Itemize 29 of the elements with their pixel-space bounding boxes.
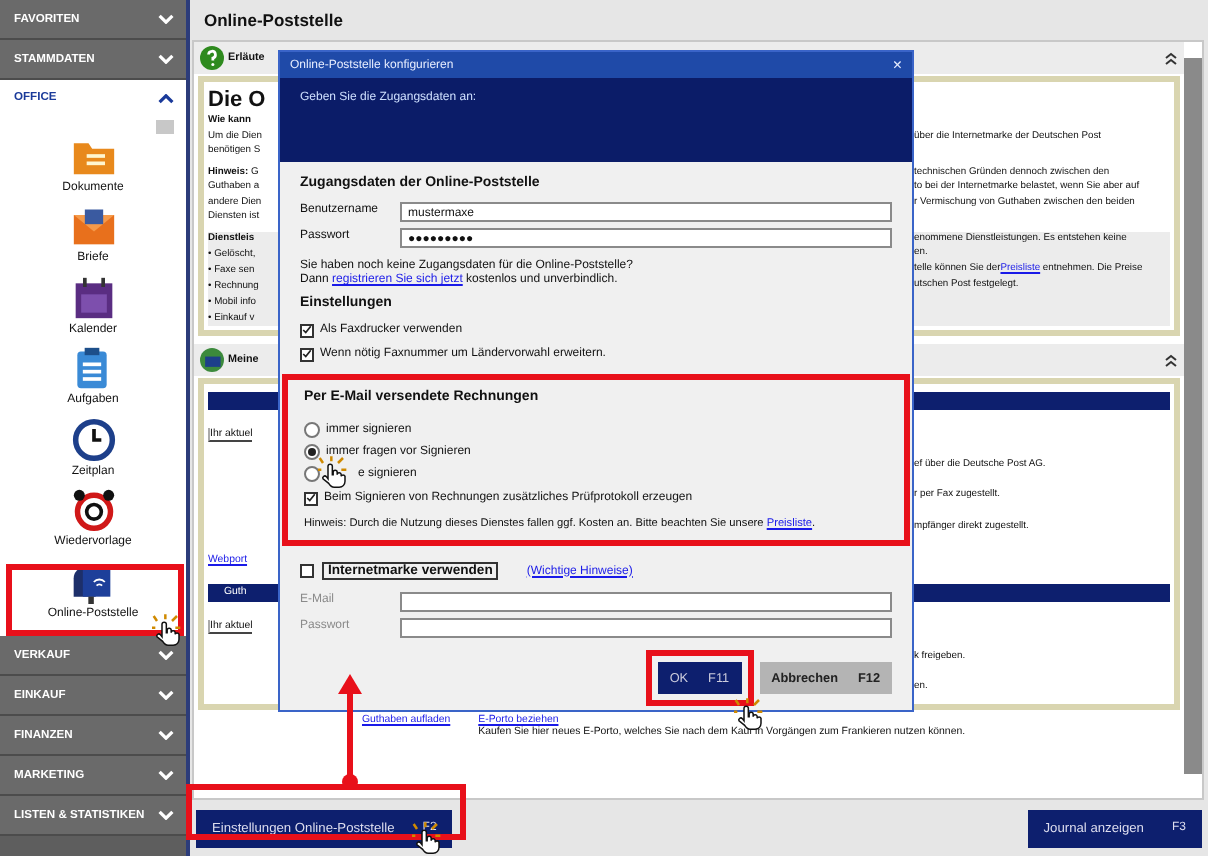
hand-cursor-icon bbox=[412, 822, 442, 856]
chevron-icon bbox=[158, 54, 174, 64]
help-icon bbox=[200, 46, 224, 70]
hand-cursor-icon bbox=[734, 698, 764, 732]
chevron-icon bbox=[158, 14, 174, 24]
clock-icon bbox=[69, 417, 117, 462]
chevron-icon bbox=[158, 730, 174, 740]
input-field[interactable] bbox=[400, 617, 892, 637]
checkbox[interactable] bbox=[300, 323, 314, 337]
globe-mail-icon bbox=[200, 348, 224, 372]
info-text: Die O bbox=[208, 88, 266, 112]
alarm-clock-icon bbox=[69, 488, 117, 533]
collapse-icon[interactable] bbox=[1164, 353, 1178, 367]
chevron-icon bbox=[158, 650, 174, 660]
checkbox[interactable] bbox=[300, 347, 314, 361]
chevron-icon bbox=[158, 770, 174, 780]
envelope-icon bbox=[69, 204, 117, 249]
close-button[interactable]: × bbox=[892, 56, 902, 74]
chevron-icon bbox=[158, 93, 174, 103]
checkbox[interactable] bbox=[304, 491, 318, 505]
hand-cursor-icon bbox=[318, 456, 348, 490]
chevron-icon bbox=[158, 810, 174, 820]
chevron-icon bbox=[158, 690, 174, 700]
radio-button[interactable] bbox=[304, 444, 320, 460]
radio-button[interactable] bbox=[304, 422, 320, 438]
radio-button[interactable] bbox=[304, 466, 320, 482]
input-field[interactable] bbox=[400, 591, 892, 611]
scrollbar[interactable] bbox=[1184, 58, 1202, 774]
collapse-icon[interactable] bbox=[1164, 51, 1178, 65]
